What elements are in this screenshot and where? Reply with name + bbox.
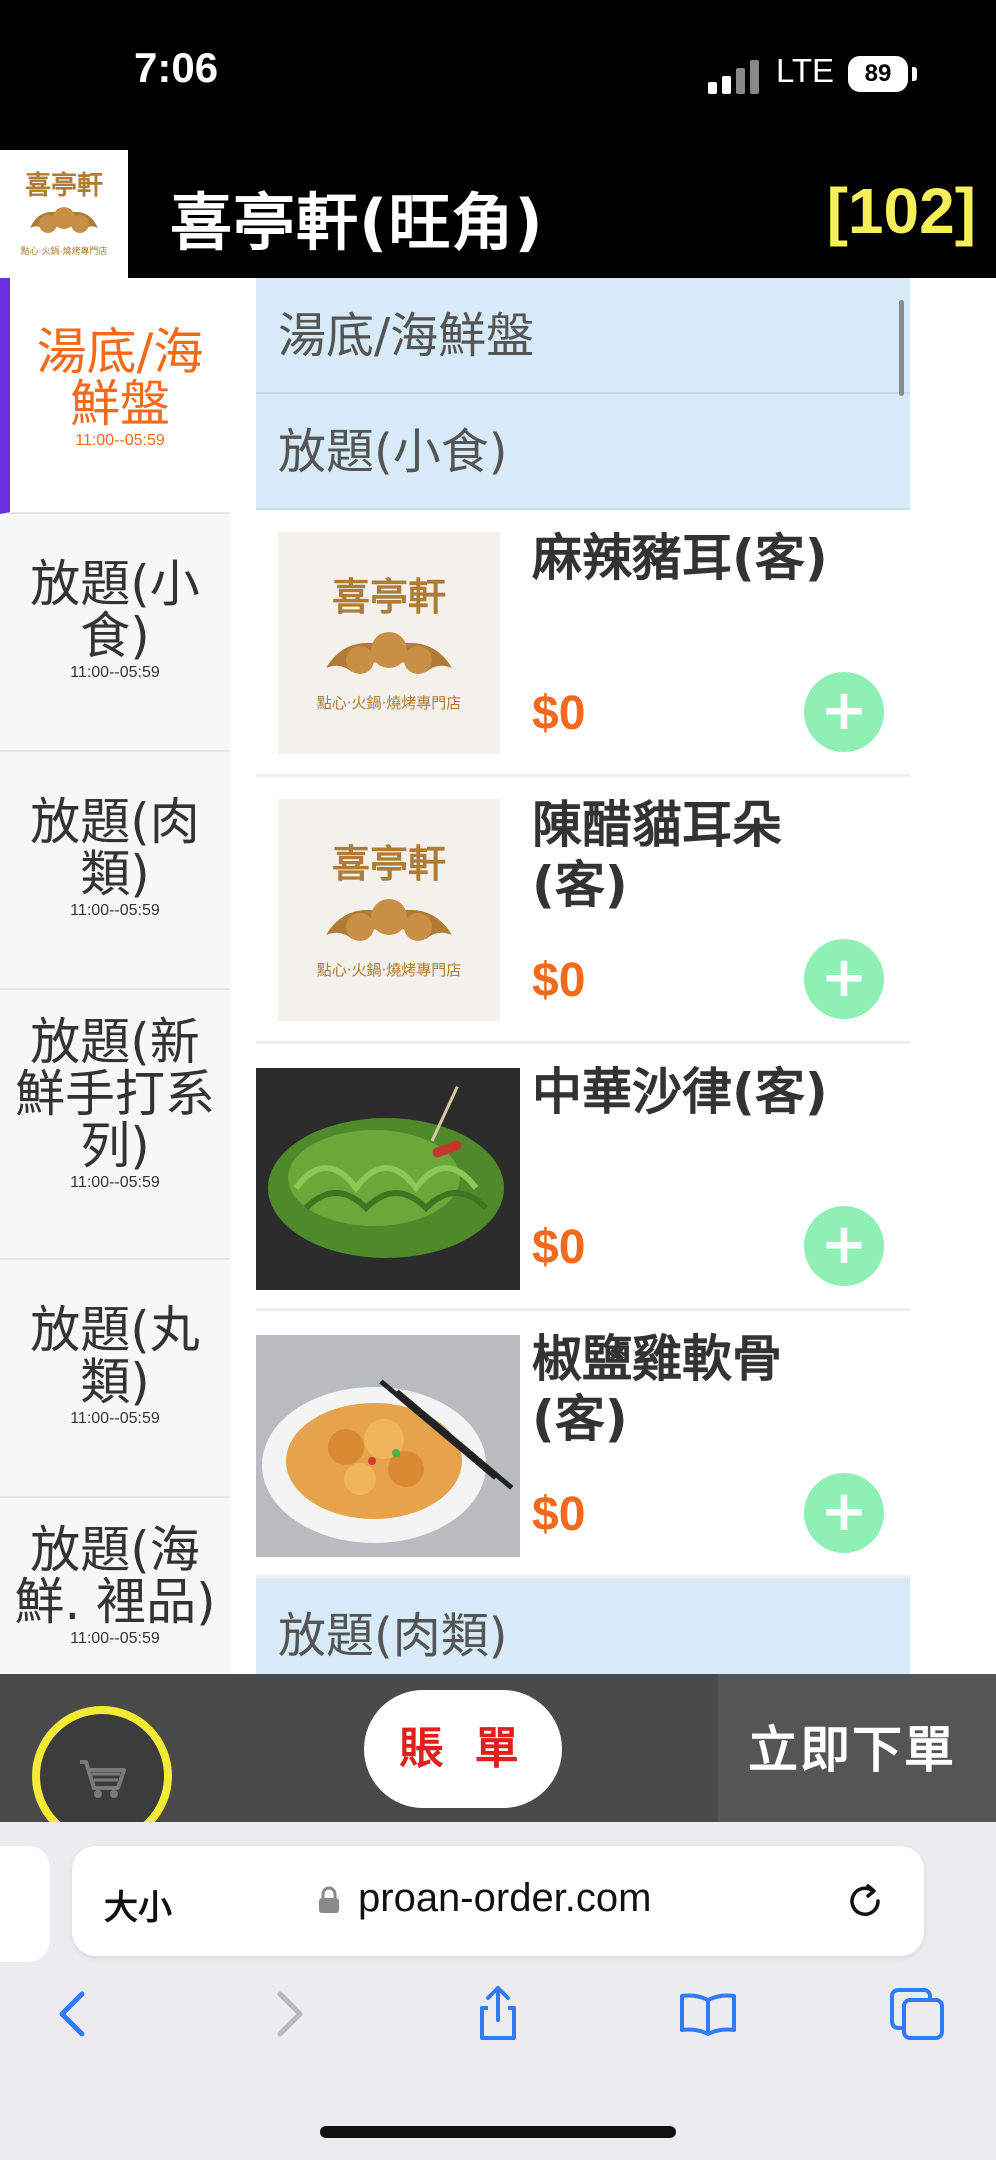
table-number: [102] — [826, 175, 976, 247]
add-to-cart-button[interactable]: + — [804, 1206, 884, 1286]
bookmarks-icon[interactable] — [678, 1984, 738, 2044]
add-to-cart-button[interactable]: + — [804, 672, 884, 752]
item-image-logo: 喜亭軒 點心‧火鍋‧燒烤專門店 — [278, 532, 500, 754]
item-price: $0 — [532, 1488, 586, 1541]
reload-icon[interactable] — [842, 1878, 888, 1924]
item-price: $0 — [532, 687, 586, 740]
bill-button[interactable]: 賬 單 — [364, 1690, 562, 1808]
store-logo: 喜亭軒 點心‧火鍋‧燒烤專門店 — [0, 150, 128, 278]
menu-item[interactable]: 喜亭軒 點心‧火鍋‧燒烤專門店 陳醋貓耳朵(客) $0 + — [256, 777, 910, 1044]
section-header[interactable]: 放題(肉類) — [256, 1578, 910, 1674]
svg-text:喜亭軒: 喜亭軒 — [332, 574, 446, 619]
item-image-chicken-cartilage — [256, 1335, 520, 1557]
scroll-indicator[interactable] — [899, 300, 904, 396]
item-name: 麻辣豬耳(客) — [532, 529, 828, 587]
share-icon[interactable] — [468, 1984, 528, 2044]
section-header[interactable]: 湯底/海鮮盤 — [256, 278, 910, 394]
item-name: 椒鹽雞軟骨(客) — [532, 1330, 782, 1448]
category-item[interactable]: 湯底/海鮮盤 11:00--05:59 — [0, 278, 230, 514]
item-name: 中華沙律(客) — [532, 1063, 828, 1121]
svg-text:喜亭軒: 喜亭軒 — [332, 841, 446, 886]
menu-list[interactable]: 湯底/海鮮盤 放題(小食) 喜亭軒 點心‧火鍋‧燒烤專門店 麻辣豬耳(客) $0… — [256, 278, 910, 1674]
status-bar: 7:06 LTE 89 — [0, 0, 996, 150]
add-to-cart-button[interactable]: + — [804, 939, 884, 1019]
order-now-button[interactable]: 立即下單 — [748, 1710, 956, 1782]
menu-item[interactable]: 中華沙律(客) $0 + — [256, 1044, 910, 1311]
tabs-icon[interactable] — [888, 1984, 948, 2044]
signal-icon — [708, 58, 762, 94]
url-text[interactable]: proan-order.com — [358, 1876, 651, 1921]
item-price: $0 — [532, 954, 586, 1007]
lock-icon — [319, 1886, 339, 1913]
previous-tab-preview[interactable] — [0, 1846, 50, 1962]
status-time: 7:06 — [134, 44, 219, 91]
item-image-seaweed-salad — [256, 1068, 520, 1290]
category-item[interactable]: 放題(丸類) 11:00--05:59 — [0, 1260, 230, 1498]
battery-icon: 89 — [848, 56, 908, 92]
category-item[interactable]: 放題(新鮮手打系列) 11:00--05:59 — [0, 990, 230, 1260]
category-item[interactable]: 放題(小食) 11:00--05:59 — [0, 514, 230, 752]
item-image-logo: 喜亭軒 點心‧火鍋‧燒烤專門店 — [278, 799, 500, 1021]
svg-text:點心‧火鍋‧燒烤專門店: 點心‧火鍋‧燒烤專門店 — [317, 694, 462, 712]
category-sidebar[interactable]: 湯底/海鮮盤 11:00--05:59 放題(小食) 11:00--05:59 … — [0, 278, 230, 1674]
home-indicator — [320, 2126, 676, 2138]
item-name: 陳醋貓耳朵(客) — [532, 796, 782, 914]
store-header: 喜亭軒 點心‧火鍋‧燒烤專門店 喜亭軒(旺角) [102] — [0, 150, 996, 278]
svg-text:點心‧火鍋‧燒烤專門店: 點心‧火鍋‧燒烤專門店 — [21, 245, 108, 257]
menu-item[interactable]: 椒鹽雞軟骨(客) $0 + — [256, 1311, 910, 1578]
browser-toolbar: 大小 proan-order.com — [0, 1822, 996, 2160]
network-type: LTE — [776, 52, 835, 89]
svg-text:喜亭軒: 喜亭軒 — [25, 170, 103, 201]
menu-item[interactable]: 喜亭軒 點心‧火鍋‧燒烤專門店 麻辣豬耳(客) $0 + — [256, 510, 910, 777]
store-title: 喜亭軒(旺角) — [170, 186, 544, 259]
category-item[interactable]: 放題(海鮮. 裡品) 11:00--05:59 — [0, 1498, 230, 1674]
add-to-cart-button[interactable]: + — [804, 1473, 884, 1553]
text-size-button[interactable]: 大小 — [104, 1880, 172, 1929]
section-header[interactable]: 放題(小食) — [256, 394, 910, 510]
action-bar: 賬 單 立即下單 — [0, 1674, 996, 1846]
address-bar[interactable]: 大小 proan-order.com — [72, 1846, 924, 1956]
item-price: $0 — [532, 1221, 586, 1274]
cart-icon — [80, 1760, 126, 1798]
back-icon[interactable] — [44, 1984, 104, 2044]
svg-text:點心‧火鍋‧燒烤專門店: 點心‧火鍋‧燒烤專門店 — [317, 961, 462, 979]
forward-icon[interactable] — [258, 1984, 318, 2044]
category-item[interactable]: 放題(肉類) 11:00--05:59 — [0, 752, 230, 990]
